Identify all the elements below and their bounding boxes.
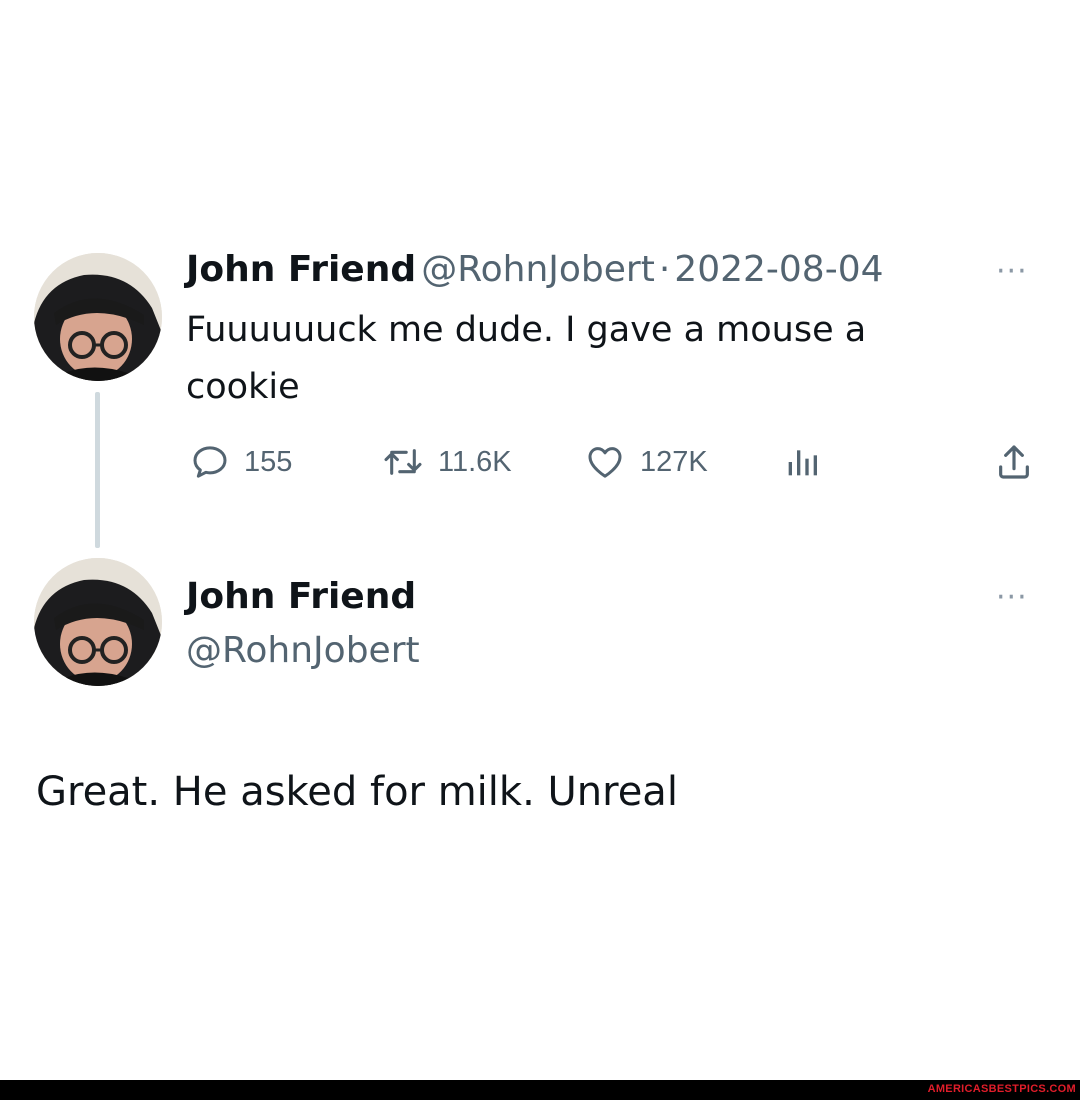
tweet-date[interactable]: 2022-08-04: [674, 249, 883, 290]
tweet-actions: 155 11.6K 127K: [186, 432, 1046, 492]
tweet-text: Great. He asked for milk. Unreal: [36, 769, 678, 815]
retweet-count: 11.6K: [438, 445, 512, 478]
avatar[interactable]: [34, 558, 162, 686]
author-handle-row: @RohnJobert: [186, 626, 420, 682]
like-icon: [588, 447, 622, 478]
like-button[interactable]: 127K: [584, 432, 708, 492]
author-handle[interactable]: @RohnJobert: [421, 249, 655, 290]
avatar[interactable]: [34, 253, 162, 381]
share-icon: [999, 445, 1029, 479]
footer-bar: [0, 1080, 1080, 1100]
author-name[interactable]: John Friend: [186, 576, 416, 617]
more-options-button[interactable]: ···: [996, 254, 1028, 289]
share-button[interactable]: [994, 432, 1048, 492]
retweet-icon: [384, 449, 422, 475]
more-options-button[interactable]: ···: [996, 580, 1028, 615]
author-name-row: John Friend: [186, 572, 416, 628]
reply-icon: [193, 446, 227, 478]
watermark-text: AMERICASBESTPICS.COM: [927, 1083, 1076, 1095]
tweet-text: Fuuuuuuck me dude. I gave a mouse a cook…: [186, 310, 867, 407]
reply-count: 155: [244, 445, 293, 478]
retweet-button[interactable]: 11.6K: [382, 432, 512, 492]
like-count: 127K: [640, 445, 708, 478]
author-handle[interactable]: @RohnJobert: [186, 630, 420, 671]
views-button[interactable]: [782, 432, 836, 492]
views-icon: [788, 450, 817, 476]
separator-dot: ·: [658, 249, 671, 290]
reply-button[interactable]: 155: [190, 432, 292, 492]
author-name[interactable]: John Friend: [186, 249, 416, 290]
tweet-header: John Friend @RohnJobert · 2022-08-04: [186, 246, 884, 300]
thread-line: [95, 392, 100, 548]
